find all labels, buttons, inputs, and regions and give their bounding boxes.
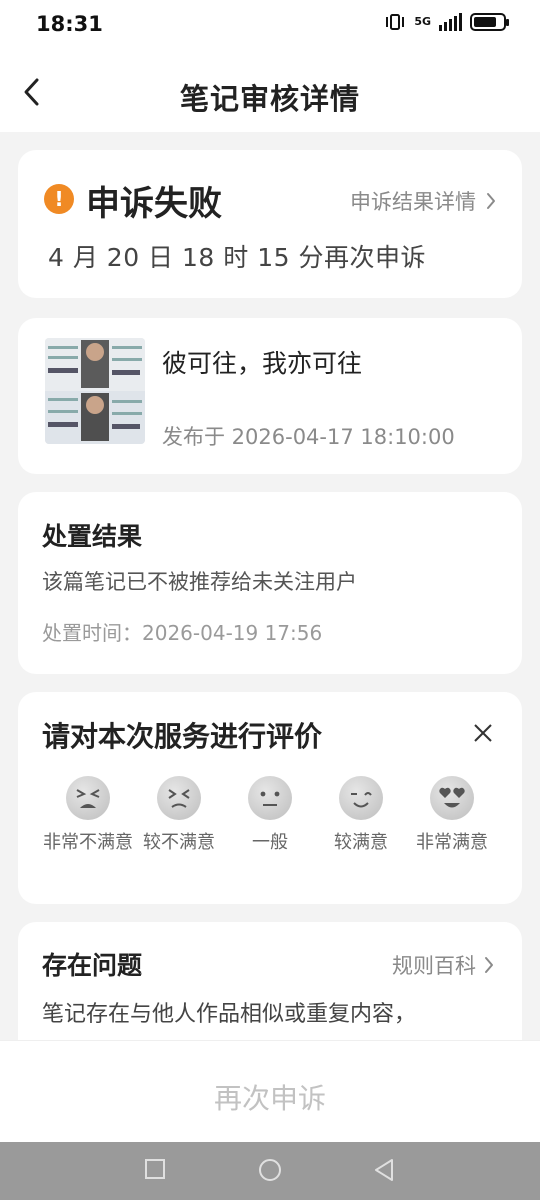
back-nav-button[interactable] bbox=[372, 1157, 396, 1187]
rating-option-label: 非常满意 bbox=[416, 832, 488, 853]
appeal-result-detail-link[interactable]: 申诉结果详情 bbox=[350, 186, 496, 216]
issue-title: 存在问题 bbox=[42, 951, 143, 980]
battery-icon bbox=[470, 13, 509, 31]
chevron-right-icon bbox=[485, 957, 493, 973]
chevron-right-icon bbox=[487, 193, 495, 209]
appeal-result-detail-label: 申诉结果详情 bbox=[350, 190, 476, 214]
close-icon bbox=[474, 724, 492, 742]
close-rating-button[interactable] bbox=[466, 716, 500, 750]
appeal-status-text: 申诉失败 bbox=[86, 184, 222, 224]
neutral-face-icon bbox=[248, 776, 292, 820]
status-bar: 18:31 5G bbox=[0, 0, 540, 52]
appeal-date-text: 4 月 20 日 18 时 15 分再次申诉 bbox=[48, 243, 426, 272]
vibrate-icon bbox=[386, 14, 405, 30]
status-icons: 5G bbox=[384, 13, 509, 31]
rules-wiki-link[interactable]: 规则百科 bbox=[392, 950, 494, 980]
very-satisfied-face-icon bbox=[430, 776, 474, 820]
rules-wiki-label: 规则百科 bbox=[392, 954, 476, 978]
satisfied-face-icon bbox=[339, 776, 383, 820]
rating-option-unsatisfied[interactable]: 较不满意 bbox=[131, 776, 227, 854]
square-icon bbox=[145, 1159, 165, 1179]
page-title: 笔记审核详情 bbox=[179, 82, 360, 116]
note-thumbnail[interactable] bbox=[45, 338, 145, 444]
signal-icon bbox=[439, 13, 462, 31]
status-time: 18:31 bbox=[36, 12, 103, 36]
network-type-label: 5G bbox=[414, 15, 431, 28]
circle-icon bbox=[259, 1159, 281, 1181]
very-unsatisfied-face-icon bbox=[66, 776, 110, 820]
bottom-action-bar: 再次申诉 bbox=[0, 1040, 540, 1142]
disposal-result-description: 该篇笔记已不被推荐给未关注用户 bbox=[42, 570, 357, 594]
unsatisfied-face-icon bbox=[157, 776, 201, 820]
rating-option-satisfied[interactable]: 较满意 bbox=[313, 776, 409, 854]
home-button[interactable] bbox=[257, 1157, 283, 1187]
rating-option-very-satisfied[interactable]: 非常满意 bbox=[404, 776, 500, 854]
warning-icon: ! bbox=[44, 184, 74, 214]
disposal-time: 处置时间：2026-04-19 17:56 bbox=[42, 621, 323, 645]
note-publish-date: 发布于 2026-04-17 18:10:00 bbox=[162, 425, 455, 449]
rating-option-label: 一般 bbox=[252, 832, 288, 853]
system-navigation-bar bbox=[0, 1142, 540, 1200]
note-title: 彼可往，我亦可往 bbox=[162, 349, 363, 378]
issue-description: 笔记存在与他人作品相似或重复内容， bbox=[42, 1002, 417, 1027]
appeal-status-card: ! 申诉失败 申诉结果详情 4 月 20 日 18 时 15 分再次申诉 bbox=[18, 150, 522, 298]
recents-button[interactable] bbox=[144, 1157, 166, 1187]
disposal-result-title: 处置结果 bbox=[42, 522, 143, 551]
service-rating-title: 请对本次服务进行评价 bbox=[42, 720, 323, 753]
rating-option-label: 较不满意 bbox=[143, 832, 215, 853]
rating-option-neutral[interactable]: 一般 bbox=[222, 776, 318, 854]
rating-option-label: 非常不满意 bbox=[43, 832, 133, 853]
rating-option-very-unsatisfied[interactable]: 非常不满意 bbox=[40, 776, 136, 854]
triangle-back-icon bbox=[375, 1159, 393, 1181]
header: 笔记审核详情 bbox=[0, 52, 540, 132]
rating-option-label: 较满意 bbox=[334, 832, 388, 853]
reappeal-button[interactable]: 再次申诉 bbox=[0, 1077, 540, 1117]
